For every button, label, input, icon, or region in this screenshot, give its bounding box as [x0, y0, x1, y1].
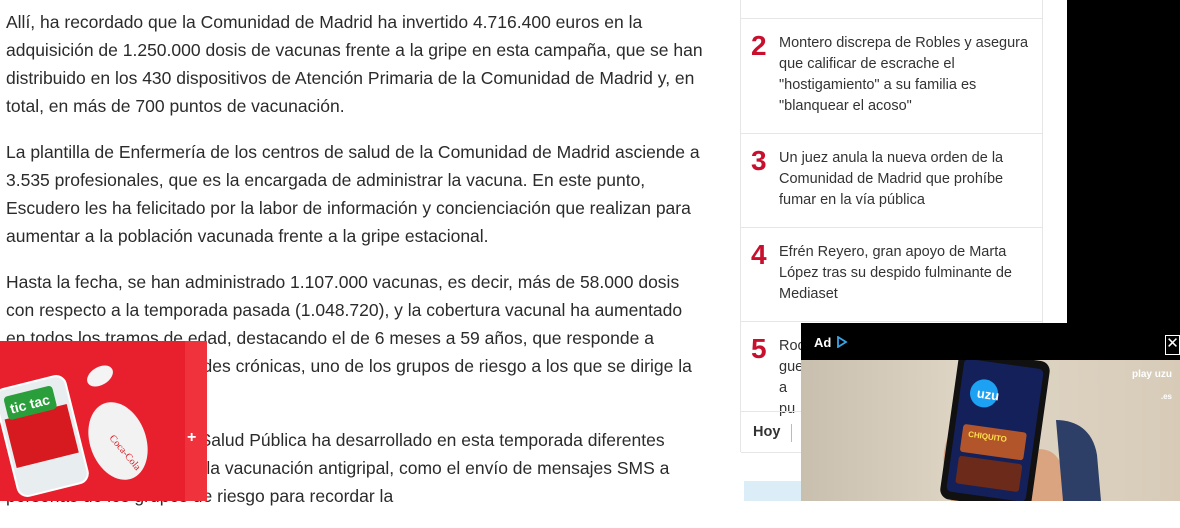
ad-label: Ad — [814, 335, 832, 350]
close-icon: ✕ — [1166, 335, 1179, 352]
rank-number: 5 — [751, 333, 767, 364]
tab-hoy[interactable]: Hoy — [753, 424, 780, 440]
most-read-link[interactable]: Efrén Reyero, gran apoyo de Marta López … — [779, 242, 1029, 305]
most-read-item[interactable]: 3 Un juez anula la nueva orden de la Com… — [741, 133, 1042, 228]
ad-expand-edge[interactable]: + — [185, 341, 207, 501]
uzu-watermark-suffix: .es — [1160, 392, 1172, 401]
uzu-watermark-text: play uzu — [1131, 369, 1172, 380]
article-paragraph: Allí, ha recordado que la Comunidad de M… — [6, 12, 703, 116]
uzu-logo-text: uzu — [976, 385, 1000, 403]
tictac-ad-art: tic tac Coca-Cola — [0, 365, 148, 497]
ad-video-frame[interactable]: uzu CHIQUITO play uzu .es — [801, 360, 1180, 501]
rank-number: 4 — [751, 239, 767, 270]
ad-background — [1067, 0, 1180, 323]
most-read-link[interactable]: Montero discrepa de Robles y asegura que… — [779, 33, 1029, 117]
most-read-link[interactable]: Roc gue a pu — [779, 336, 805, 420]
most-read-item[interactable]: 2 Montero discrepa de Robles y asegura q… — [741, 18, 1042, 133]
rank-number: 3 — [751, 145, 767, 176]
phone-illustration: uzu CHIQUITO — [940, 360, 1101, 501]
tab-separator — [791, 424, 792, 442]
tictac-ad[interactable]: tic tac Coca-Cola + — [0, 341, 207, 501]
rank-number: 2 — [751, 30, 767, 61]
expand-icon: + — [187, 429, 197, 446]
close-button[interactable]: ✕ — [1165, 335, 1180, 355]
next-widget-stub — [744, 481, 804, 501]
uzu-watermark: play uzu .es — [1132, 366, 1172, 406]
adchoices-icon[interactable] — [836, 336, 848, 348]
most-read-item[interactable]: 4 Efrén Reyero, gran apoyo de Marta Lópe… — [741, 227, 1042, 322]
video-ad[interactable]: Ad ✕ uzu CHIQUITO play uzu .es — [801, 323, 1180, 501]
article-paragraph: La plantilla de Enfermería de los centro… — [6, 142, 700, 246]
most-read-link[interactable]: Un juez anula la nueva orden de la Comun… — [779, 148, 1029, 211]
